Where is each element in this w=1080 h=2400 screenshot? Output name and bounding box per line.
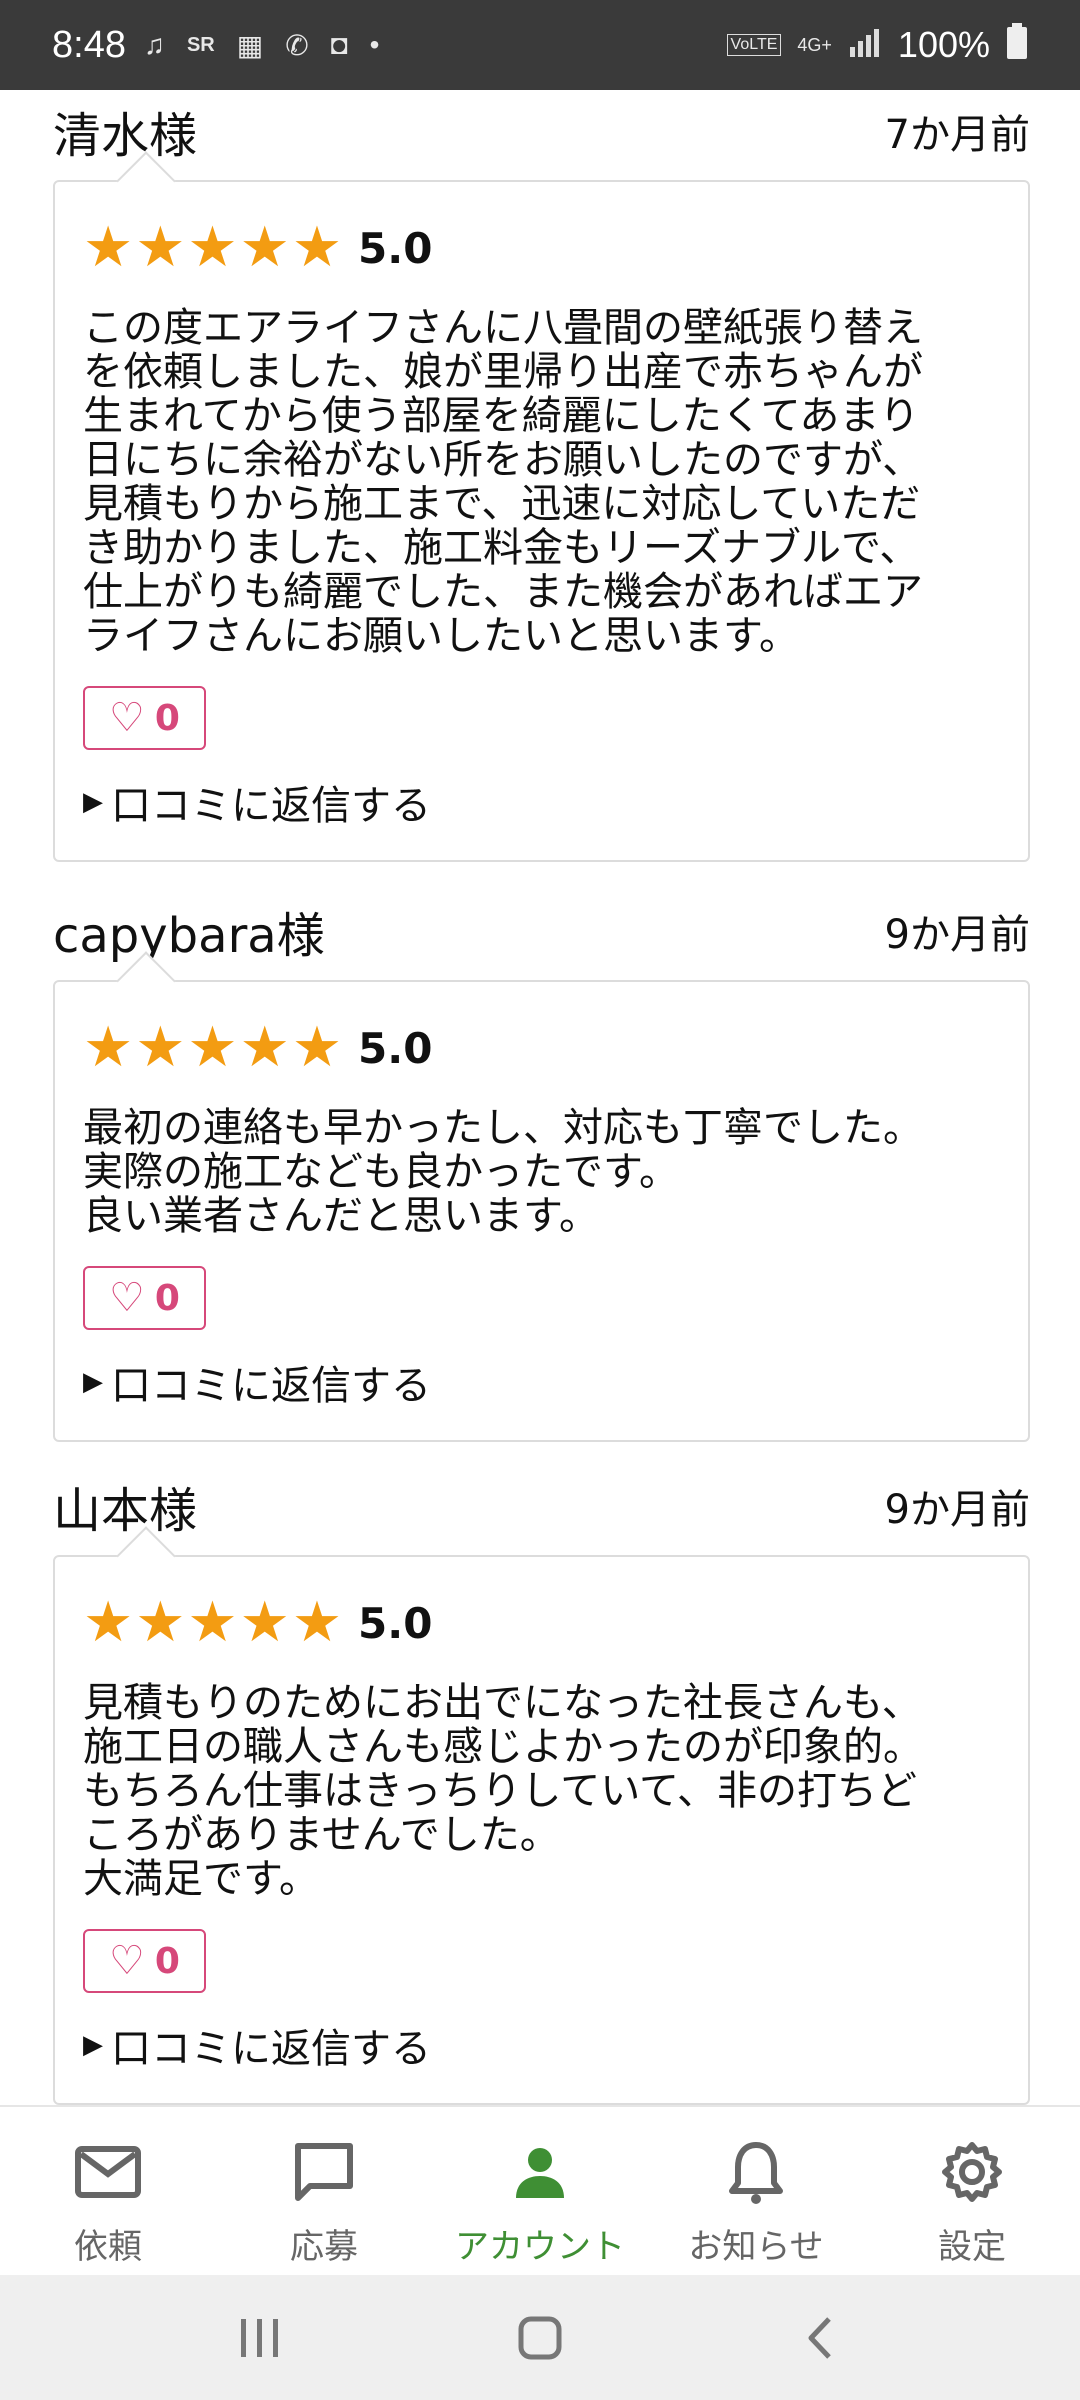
nav-item-settings[interactable]: 設定 xyxy=(864,2107,1080,2275)
star-icon: ★ xyxy=(291,1015,343,1080)
review-text: 見積もりのためにお出でになった社長さんも、 施工日の職人さんも感じよかったのが印… xyxy=(83,1680,923,1902)
nav-item-applications[interactable]: 応募 xyxy=(216,2107,432,2275)
status-bar: 8:48 ♫ SR ▦ ✆ ◘ • VoLTE 4G+ 100% xyxy=(0,0,1080,90)
star-icon: ★ xyxy=(135,215,186,280)
review-item: 清水様 7か月前 ★ ★ ★ ★ ★ 5.0 この度エアライフさんに八畳間の壁紙… xyxy=(53,90,1030,862)
more-dot-icon: • xyxy=(369,29,380,60)
gear-icon xyxy=(941,2137,1003,2207)
nav-item-requests[interactable]: 依頼 xyxy=(0,2107,216,2275)
like-button[interactable]: ♡ 0 xyxy=(83,686,206,750)
rating-value: 5.0 xyxy=(358,1598,433,1648)
triangle-right-icon: ▶ xyxy=(83,1367,103,1397)
star-icon: ★ xyxy=(291,215,343,280)
heart-icon: ♡ xyxy=(109,695,145,741)
reply-toggle[interactable]: ▶ 口コミに返信する xyxy=(83,2015,1000,2075)
app-notification-icon: SR xyxy=(186,33,215,56)
star-icon: ★ xyxy=(187,215,238,280)
reply-label: 口コミに返信する xyxy=(111,2026,431,2072)
nav-label: アカウント xyxy=(455,2227,625,2267)
nav-label: 応募 xyxy=(290,2227,358,2267)
nav-item-account[interactable]: アカウント xyxy=(432,2107,648,2275)
bell-icon xyxy=(728,2137,784,2207)
review-text: この度エアライフさんに八畳間の壁紙張り替え を依頼しました、娘が里帰り出産で赤ち… xyxy=(83,305,923,659)
heart-icon: ♡ xyxy=(109,1275,145,1321)
nav-item-notifications[interactable]: お知らせ xyxy=(648,2107,864,2275)
call-icon: ✆ xyxy=(285,29,309,61)
rating-row: ★ ★ ★ ★ ★ 5.0 xyxy=(83,1016,1000,1080)
review-card: ★ ★ ★ ★ ★ 5.0 見積もりのためにお出でになった社長さんも、 施工日の… xyxy=(53,1555,1030,2105)
battery-percent: 100% xyxy=(897,24,990,65)
like-button[interactable]: ♡ 0 xyxy=(83,1929,206,1993)
volte-icon: VoLTE xyxy=(726,34,782,56)
calendar-icon: ▦ xyxy=(236,29,264,61)
review-date: 9か月前 xyxy=(884,912,1030,958)
mail-icon xyxy=(75,2137,141,2207)
back-button[interactable] xyxy=(760,2298,880,2378)
star-icon: ★ xyxy=(187,1590,238,1655)
person-icon xyxy=(512,2137,568,2207)
star-icon: ★ xyxy=(135,1015,186,1080)
triangle-right-icon: ▶ xyxy=(83,2030,103,2060)
star-icon: ★ xyxy=(187,1015,238,1080)
nav-label: 設定 xyxy=(938,2227,1006,2267)
battery-icon xyxy=(1006,22,1028,68)
app-icon: ◘ xyxy=(330,29,348,60)
reviewer-name: capybara様 xyxy=(53,908,325,964)
star-icon: ★ xyxy=(239,1015,290,1080)
rating-value: 5.0 xyxy=(358,223,433,273)
review-header: 清水様 7か月前 xyxy=(53,90,1030,180)
reply-toggle[interactable]: ▶ 口コミに返信する xyxy=(83,772,1000,832)
star-icon: ★ xyxy=(83,1590,134,1655)
status-notification-icons: ♫ SR ▦ ✆ ◘ • xyxy=(144,29,379,62)
review-header: 山本様 9か月前 xyxy=(53,1465,1030,1555)
rating-row: ★ ★ ★ ★ ★ 5.0 xyxy=(83,216,1000,280)
network-type-icon: 4G+ xyxy=(797,34,832,55)
review-item: capybara様 9か月前 ★ ★ ★ ★ ★ 5.0 最初の連絡も早かったし… xyxy=(53,890,1030,1442)
star-icon: ★ xyxy=(83,1015,134,1080)
rating-value: 5.0 xyxy=(358,1023,433,1073)
status-time: 8:48 xyxy=(52,23,126,66)
star-icon: ★ xyxy=(239,215,290,280)
music-icon: ♫ xyxy=(143,29,165,60)
review-item: 山本様 9か月前 ★ ★ ★ ★ ★ 5.0 見積もりのためにお出でになった社長… xyxy=(53,1465,1030,2105)
reply-label: 口コミに返信する xyxy=(111,1363,431,1409)
star-icon: ★ xyxy=(239,1590,290,1655)
heart-icon: ♡ xyxy=(109,1938,145,1984)
nav-label: お知らせ xyxy=(688,2227,824,2267)
bottom-nav: 依頼 応募 アカウント お知らせ 設定 xyxy=(0,2105,1080,2275)
rating-row: ★ ★ ★ ★ ★ 5.0 xyxy=(83,1591,1000,1655)
reviews-list[interactable]: 清水様 7か月前 ★ ★ ★ ★ ★ 5.0 この度エアライフさんに八畳間の壁紙… xyxy=(0,90,1080,2105)
system-nav-bar xyxy=(0,2275,1080,2400)
reply-toggle[interactable]: ▶ 口コミに返信する xyxy=(83,1352,1000,1412)
triangle-right-icon: ▶ xyxy=(83,787,103,817)
review-text: 最初の連絡も早かったし、対応も丁寧でした。 実際の施工なども良かったです。 良い… xyxy=(83,1105,923,1239)
like-count: 0 xyxy=(154,697,180,739)
review-card: ★ ★ ★ ★ ★ 5.0 この度エアライフさんに八畳間の壁紙張り替え を依頼し… xyxy=(53,180,1030,862)
nav-label: 依頼 xyxy=(74,2227,142,2267)
status-system-icons: VoLTE 4G+ 100% xyxy=(726,22,1028,68)
reply-label: 口コミに返信する xyxy=(111,783,431,829)
reviewer-name: 山本様 xyxy=(53,1483,198,1539)
review-card: ★ ★ ★ ★ ★ 5.0 最初の連絡も早かったし、対応も丁寧でした。 実際の施… xyxy=(53,980,1030,1442)
review-date: 9か月前 xyxy=(884,1487,1030,1533)
reviewer-name: 清水様 xyxy=(53,108,198,164)
review-date: 7か月前 xyxy=(884,112,1030,158)
star-icon: ★ xyxy=(291,1590,343,1655)
star-icon: ★ xyxy=(135,1590,186,1655)
signal-icon xyxy=(848,24,882,66)
chat-icon xyxy=(292,2137,356,2207)
star-icon: ★ xyxy=(83,215,134,280)
review-header: capybara様 9か月前 xyxy=(53,890,1030,980)
home-button[interactable] xyxy=(480,2298,600,2378)
like-count: 0 xyxy=(154,1277,180,1319)
recent-apps-button[interactable] xyxy=(200,2298,320,2378)
like-button[interactable]: ♡ 0 xyxy=(83,1266,206,1330)
like-count: 0 xyxy=(154,1940,180,1982)
